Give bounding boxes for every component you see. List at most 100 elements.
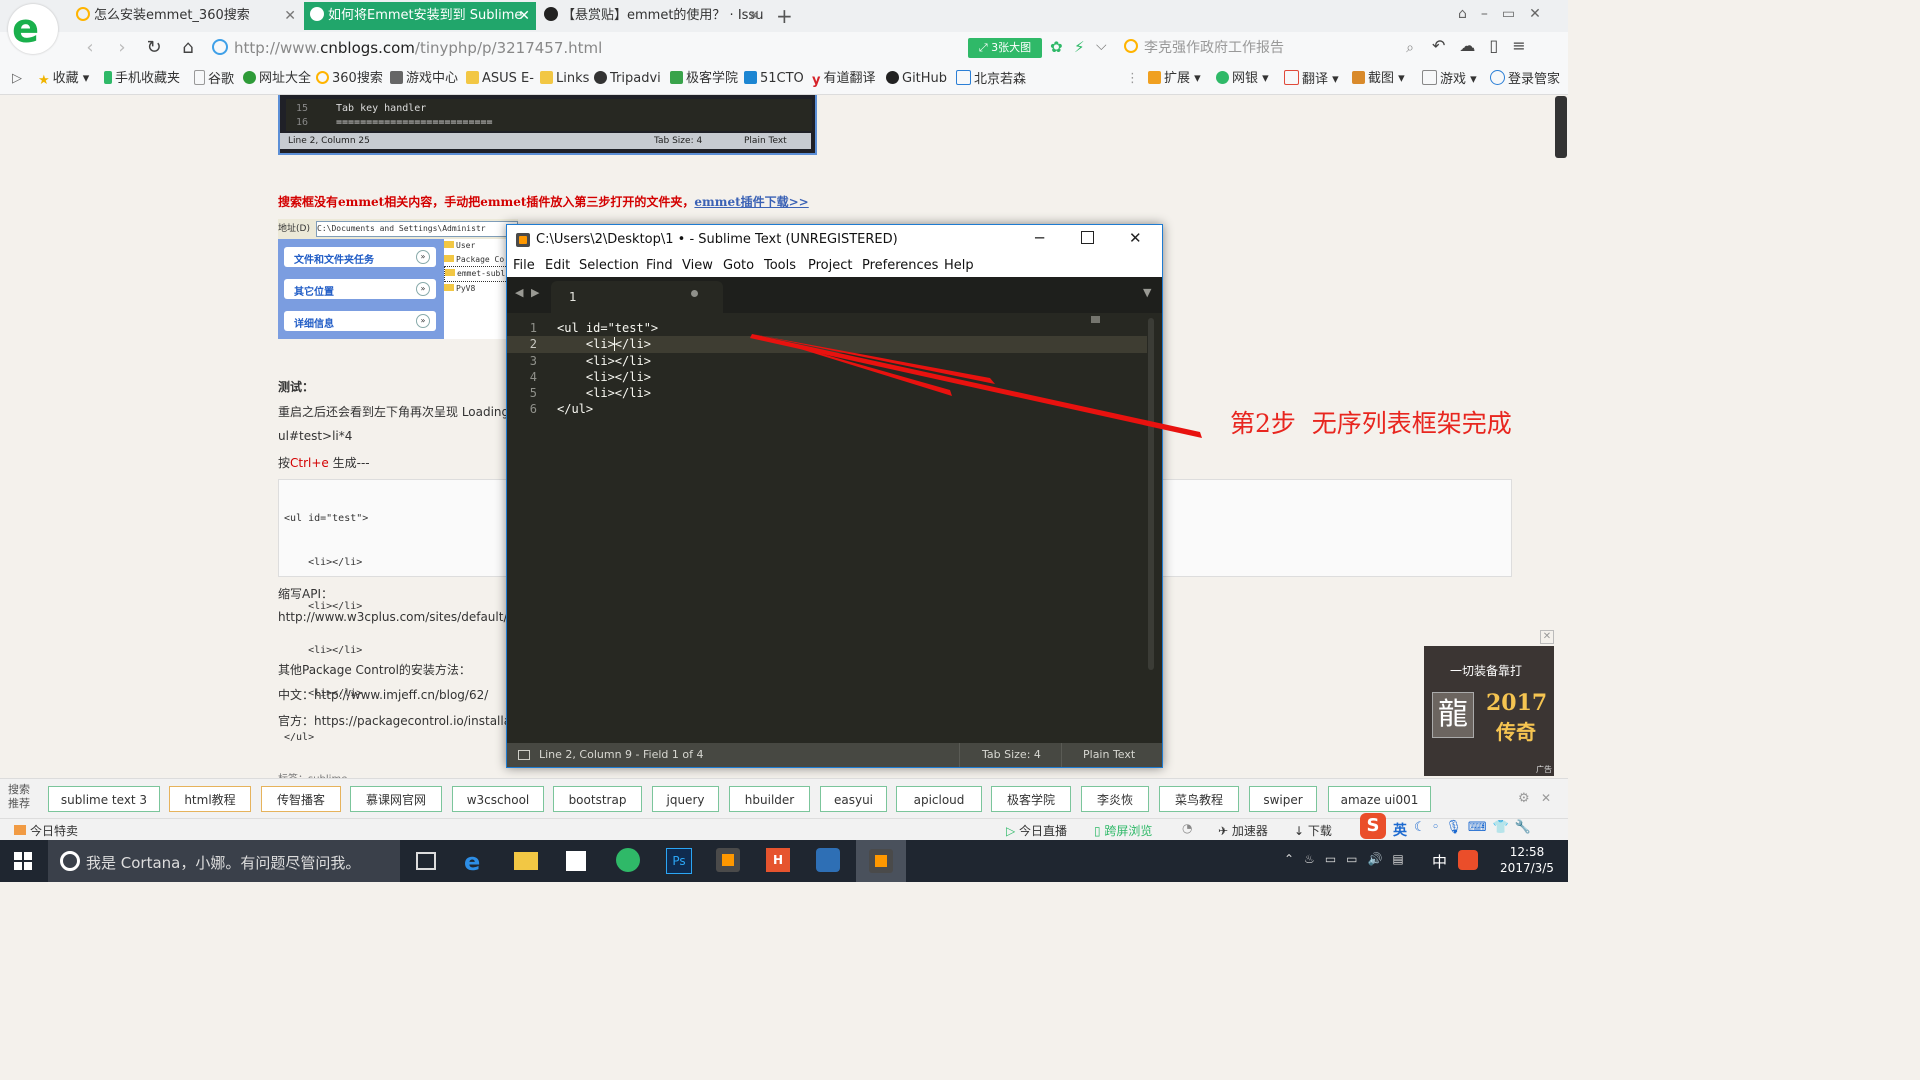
url-field[interactable]: http://www.cnblogs.com/tinyphp/p/3217457…	[212, 36, 952, 60]
folder-item[interactable]: Package Co	[444, 253, 508, 267]
ime-toolbar-icons[interactable]: ☾◦🎙⌨👕🔧	[1414, 820, 1537, 835]
package-official-link[interactable]: 官方：https://packagecontrol.io/installat	[278, 712, 516, 729]
lightning-icon[interactable]: ⚡	[1074, 38, 1085, 56]
photoshop-icon[interactable]: Ps	[666, 848, 692, 874]
bookmark-item[interactable]: 谷歌	[194, 70, 234, 88]
tool-games[interactable]: 游戏 ▾	[1422, 70, 1477, 88]
new-tab-button[interactable]: +	[776, 4, 793, 28]
big-pictures-button[interactable]: ⤢ 3张大图	[968, 38, 1042, 58]
browser-tools[interactable]: ↶☁▯≡	[1432, 36, 1540, 55]
task-view-icon[interactable]	[416, 852, 436, 870]
cortana-search-box[interactable]: 我是 Cortana，小娜。有问题尽管问我。	[48, 840, 400, 882]
sogou-tray-icon[interactable]	[1458, 850, 1478, 870]
tool-login-manager[interactable]: 登录管家	[1490, 70, 1560, 88]
tool-bank[interactable]: 网银 ▾	[1216, 70, 1269, 88]
windows-start-icon[interactable]	[14, 852, 32, 870]
bookmark-item[interactable]: y 有道翻译	[812, 70, 876, 88]
today-deals[interactable]: 今日特卖	[14, 822, 78, 839]
status-accelerator[interactable]: ✈ 加速器	[1218, 822, 1268, 839]
hotword-button[interactable]: hbuilder	[729, 786, 810, 812]
close-icon[interactable]: ✕	[748, 2, 760, 30]
dropdown-icon[interactable]: ⌵	[1096, 38, 1107, 54]
tab-github-issue[interactable]: 【悬赏贴】emmet的使用？ · Issu ✕	[538, 2, 766, 30]
menu-selection[interactable]: Selection	[579, 255, 639, 277]
tab-nav-left-icon[interactable]: ◀	[515, 286, 523, 299]
status-live[interactable]: ▷ 今日直播	[1006, 822, 1067, 839]
scroll-position-indicator[interactable]	[1555, 96, 1567, 158]
360-browser-taskbar-icon[interactable]	[616, 848, 640, 872]
editor-tab[interactable]: 1	[551, 281, 723, 313]
tool-screenshot[interactable]: 截图 ▾	[1352, 70, 1405, 88]
menu-preferences[interactable]: Preferences	[862, 255, 938, 277]
bookmark-item[interactable]: ASUS E-	[466, 70, 534, 88]
hotword-button[interactable]: apicloud	[896, 786, 982, 812]
more-icon[interactable]: ⋮	[1126, 70, 1139, 88]
hbuilder-icon[interactable]: H	[766, 848, 790, 872]
task-panel[interactable]: 其它位置 »	[284, 279, 436, 299]
tool-extensions[interactable]: 扩展 ▾	[1148, 70, 1201, 88]
ad-banner[interactable]: 一切装备靠打 龍 2017 传奇 广告	[1424, 646, 1554, 776]
menu-file[interactable]: File	[513, 255, 535, 277]
task-panel[interactable]: 文件和文件夹任务 »	[284, 247, 436, 267]
active-task-sublime[interactable]	[856, 840, 906, 882]
forward-icon[interactable]: ›	[110, 36, 134, 60]
menu-view[interactable]: View	[682, 255, 713, 277]
history-icon[interactable]: ◔	[1182, 821, 1192, 835]
status-tab-size[interactable]: Tab Size: 4	[982, 743, 1041, 767]
close-icon[interactable]: ✕	[1541, 791, 1551, 805]
hotword-button[interactable]: 极客学院	[991, 786, 1071, 812]
sidebar-toggle-icon[interactable]: ▷	[12, 70, 22, 88]
back-icon[interactable]: ‹	[78, 36, 102, 60]
package-cn-link[interactable]: 中文：http://www.imjeff.cn/blog/62/	[278, 686, 488, 703]
bookmark-item[interactable]: 手机收藏夹	[104, 70, 180, 88]
status-syntax[interactable]: Plain Text	[1083, 743, 1135, 767]
menu-goto[interactable]: Goto	[723, 255, 754, 277]
ime-mode[interactable]: 英	[1393, 820, 1407, 840]
menu-project[interactable]: Project	[808, 255, 852, 277]
maximize-button[interactable]	[1081, 231, 1094, 244]
sogou-ime-icon[interactable]: S	[1360, 813, 1386, 839]
bookmark-item[interactable]: GitHub	[886, 70, 947, 88]
hotword-button[interactable]: easyui	[820, 786, 887, 812]
home-icon[interactable]: ⌂	[176, 36, 200, 60]
code-area[interactable]: <ul id="test"> <li></li> <li></li> <li><…	[557, 320, 658, 418]
status-download[interactable]: ↓ 下载	[1294, 822, 1332, 839]
settings-gear-icon[interactable]: ⚙	[1518, 791, 1530, 806]
menu-edit[interactable]: Edit	[545, 255, 570, 277]
system-tray-icons[interactable]: ⌃♨▭▭🔊▤	[1284, 852, 1414, 866]
task-panel[interactable]: 详细信息 »	[284, 311, 436, 331]
store-icon[interactable]	[566, 851, 586, 871]
hotword-button[interactable]: amaze ui001	[1328, 786, 1431, 812]
window-controls[interactable]: ⌂–▭✕	[1458, 6, 1555, 22]
input-language[interactable]: 中	[1432, 851, 1447, 872]
refresh-icon[interactable]: ↻	[142, 36, 166, 60]
hotword-button[interactable]: 传智播客	[261, 786, 341, 812]
ad-close-icon[interactable]: ✕	[1540, 630, 1554, 644]
hotword-button[interactable]: 慕课网官网	[350, 786, 442, 812]
menu-find[interactable]: Find	[646, 255, 673, 277]
close-icon[interactable]: ✕	[284, 2, 296, 30]
close-icon[interactable]: ✕	[518, 2, 530, 30]
bookmark-item[interactable]: 北京若森	[956, 70, 1026, 88]
folder-item[interactable]: PyV8	[444, 282, 508, 296]
menu-help[interactable]: Help	[944, 255, 974, 277]
sublime-taskbar-icon[interactable]	[716, 848, 740, 872]
bookmark-item[interactable]: Tripadvi	[594, 70, 661, 88]
app-icon[interactable]	[816, 848, 840, 872]
sublime-title-bar[interactable]: C:\Users\2\Desktop\1 • - Sublime Text (U…	[507, 225, 1162, 255]
folder-item[interactable]: User	[444, 239, 508, 253]
bookmark-item[interactable]: Links	[540, 70, 589, 88]
file-explorer-icon[interactable]	[514, 852, 538, 870]
emmet-download-link[interactable]: emmet插件下载>>	[694, 195, 808, 209]
tab-list-dropdown-icon[interactable]: ▼	[1143, 286, 1151, 299]
hotword-button[interactable]: html教程	[169, 786, 251, 812]
speedup-icon[interactable]: ✿	[1050, 38, 1063, 56]
tool-translate[interactable]: 翻译 ▾	[1284, 70, 1339, 88]
status-cross-screen[interactable]: ▯ 跨屏浏览	[1094, 822, 1152, 839]
tab-search[interactable]: 怎么安装emmet_360搜索 ✕	[70, 2, 302, 30]
clock[interactable]: 12:58 2017/3/5	[1496, 844, 1558, 876]
hotword-button[interactable]: sublime text 3	[48, 786, 160, 812]
folder-item[interactable]: emmet-subl	[444, 266, 508, 282]
close-button[interactable]: ✕	[1129, 229, 1142, 247]
minimize-button[interactable]: ─	[1035, 229, 1044, 247]
